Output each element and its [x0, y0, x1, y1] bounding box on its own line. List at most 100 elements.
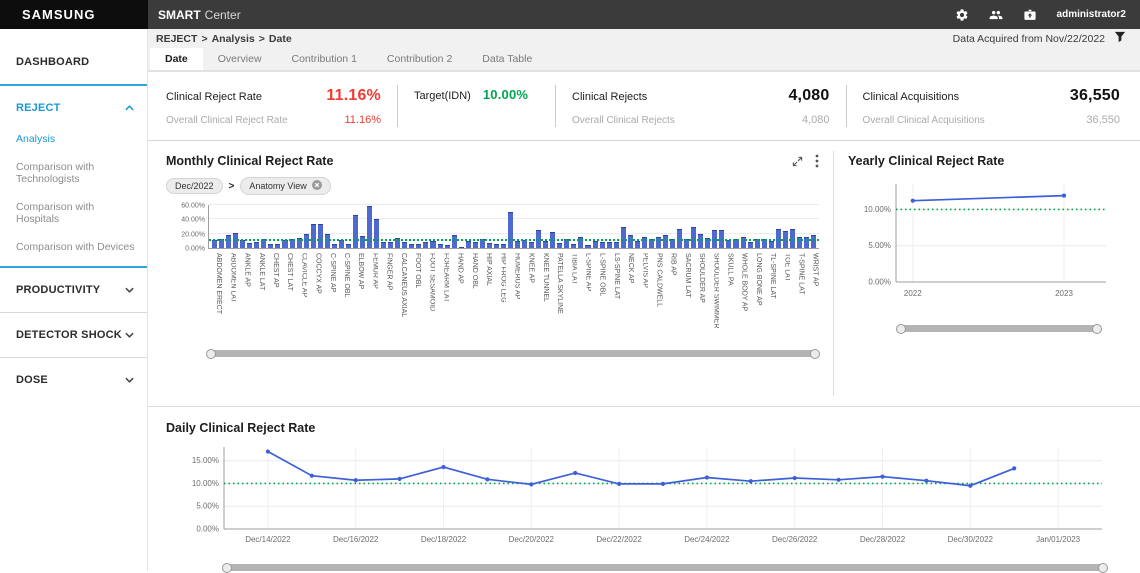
close-icon[interactable] — [312, 180, 322, 192]
sidebar-subitem-analysis[interactable]: Analysis — [0, 125, 147, 153]
svg-text:10.00%: 10.00% — [864, 205, 891, 214]
svg-text:Dec/24/2022: Dec/24/2022 — [684, 535, 730, 544]
x-axis-labels: ABDOMEN ERECTABDOMEN LATANKLE APANKLE LA… — [208, 252, 819, 338]
anatomy-bar — [769, 241, 774, 248]
more-icon[interactable] — [815, 154, 819, 168]
tab-data-table[interactable]: Data Table — [467, 48, 547, 70]
users-icon[interactable] — [989, 8, 1003, 22]
sidebar-item-dose[interactable]: DOSE — [0, 363, 147, 397]
divider — [397, 85, 398, 127]
breadcrumb-separator: > — [201, 33, 207, 45]
app-root: SAMSUNG SMART Center administrator2 DASH… — [0, 0, 1140, 571]
stat-label: Clinical Rejects — [572, 91, 647, 103]
samsung-logo[interactable]: SAMSUNG — [0, 0, 148, 29]
anatomy-bar — [339, 240, 344, 248]
x-tick-label: SHOULDER AP — [691, 252, 705, 338]
anatomy-bar — [691, 227, 696, 249]
sidebar-item-reject[interactable]: REJECT — [0, 91, 147, 125]
x-tick-label: CHEST AP — [265, 252, 279, 338]
x-tick-label: ANKLE LAT — [251, 252, 265, 338]
anatomy-bar — [571, 244, 576, 248]
x-tick-label: FINGER AP — [378, 252, 392, 338]
tab-date[interactable]: Date — [150, 48, 203, 70]
sidebar-subitem-comparison-with-hospitals[interactable]: Comparison with Hospitals — [0, 193, 147, 233]
breadcrumb-row: REJECT>Analysis>Date Data Acquired from … — [148, 29, 1140, 48]
anatomy-bar — [543, 241, 548, 248]
x-tick-label: FOOT OBL — [407, 252, 421, 338]
anatomy-bar — [452, 235, 457, 248]
stat-clinical-acquisitions: Clinical Acquisitions 36,550 Overall Cli… — [863, 87, 1121, 126]
chevron-down-icon — [125, 332, 134, 338]
sidebar: DASHBOARD REJECTAnalysisComparison with T… — [0, 29, 148, 571]
data-acquired-label: Data Acquired from Nov/22/2022 — [953, 33, 1105, 45]
anatomy-bar — [593, 241, 598, 248]
anatomy-bar — [402, 242, 407, 248]
x-tick-label: COCCYX AP — [307, 252, 321, 338]
expand-icon[interactable] — [792, 156, 803, 167]
x-tick-label: FEMUR AP — [364, 252, 378, 338]
x-tick-label: FOREARM LAT — [435, 252, 449, 338]
x-tick-label: ABDOMEN ERECT — [208, 252, 222, 338]
x-tick-label: ABDOMEN LAT — [222, 252, 236, 338]
x-tick-label: SHOULDER SWIMMER — [705, 252, 719, 338]
filter-icon[interactable] — [1114, 31, 1126, 46]
svg-text:10.00%: 10.00% — [192, 479, 219, 488]
anatomy-bar — [501, 244, 506, 248]
x-tick-label: TOE LAT — [776, 252, 790, 338]
filter-chip-month[interactable]: Dec/2022 — [166, 178, 223, 194]
stats-row: Clinical Reject Rate 11.16% Overall Clin… — [148, 72, 1140, 141]
anatomy-bar — [381, 242, 386, 248]
filter-chips: Dec/2022 > Anatomy View — [166, 177, 819, 195]
x-tick-label: TL-SPINE LAT — [762, 252, 776, 338]
svg-text:Jan/01/2023: Jan/01/2023 — [1036, 535, 1081, 544]
settings-icon[interactable] — [955, 8, 969, 22]
anatomy-bar — [494, 244, 499, 248]
x-tick-label: HIP FROG LEG — [492, 252, 506, 338]
anatomy-bar — [409, 244, 414, 248]
tab-contribution-2[interactable]: Contribution 2 — [372, 48, 467, 70]
anatomy-bar — [600, 242, 605, 248]
svg-text:Dec/16/2022: Dec/16/2022 — [333, 535, 379, 544]
tab-overview[interactable]: Overview — [203, 48, 277, 70]
yearly-chart-scrollbar[interactable] — [898, 325, 1100, 332]
stat-label: Clinical Reject Rate — [166, 91, 262, 103]
data-acquired: Data Acquired from Nov/22/2022 — [953, 31, 1126, 46]
sidebar-divider — [0, 266, 147, 268]
chevron-down-icon — [125, 377, 134, 383]
stat-clinical-reject-rate: Clinical Reject Rate 11.16% Overall Clin… — [166, 87, 381, 126]
x-tick-label: WHOLE BODY AP — [734, 252, 748, 338]
sidebar-item-dashboard[interactable]: DASHBOARD — [0, 45, 147, 79]
stat-overall-label: Overall Clinical Acquisitions — [863, 115, 985, 126]
x-tick-label: PATELLA SKYLINE — [549, 252, 563, 338]
sidebar-subitem-comparison-with-devices[interactable]: Comparison with Devices — [0, 233, 147, 261]
anatomy-bar — [748, 242, 753, 248]
divider — [846, 85, 847, 127]
x-tick-label: ANKLE AP — [236, 252, 250, 338]
sidebar-subitem-comparison-with-technologists[interactable]: Comparison with Technologists — [0, 153, 147, 193]
x-tick-label: C-SPINE AP — [322, 252, 336, 338]
daily-chart-scrollbar[interactable] — [224, 564, 1106, 571]
tab-contribution-1[interactable]: Contribution 1 — [277, 48, 372, 70]
svg-text:Dec/26/2022: Dec/26/2022 — [772, 535, 818, 544]
y-tick-label: 0.00% — [185, 246, 205, 253]
anatomy-bar — [635, 241, 640, 248]
anatomy-bar — [254, 242, 259, 248]
yearly-line-chart-svg: 0.00%5.00%10.00%20222023 — [848, 170, 1120, 310]
stat-overall-label: Overall Clinical Reject Rate — [166, 115, 288, 126]
anatomy-bar — [318, 224, 323, 248]
chip-separator: > — [229, 181, 235, 192]
anatomy-bar — [275, 244, 280, 248]
monthly-chart-scrollbar[interactable] — [208, 350, 818, 357]
anatomy-bar — [585, 245, 590, 248]
main-content: REJECT>Analysis>Date Data Acquired from … — [148, 29, 1140, 571]
filter-chip-anatomy[interactable]: Anatomy View — [240, 177, 330, 195]
x-tick-label: T-SPINE LAT — [790, 252, 804, 338]
filter-chip-month-label: Dec/2022 — [175, 181, 214, 191]
device-icon[interactable] — [1023, 8, 1037, 22]
x-tick-label: PNS CALDWELL — [648, 252, 662, 338]
sidebar-item-productivity[interactable]: PRODUCTIVITY — [0, 273, 147, 307]
sidebar-item-detector-shock[interactable]: DETECTOR SHOCK — [0, 318, 147, 352]
svg-text:Dec/30/2022: Dec/30/2022 — [948, 535, 994, 544]
username[interactable]: administrator2 — [1057, 9, 1126, 20]
app-title: SMART Center — [158, 0, 241, 29]
